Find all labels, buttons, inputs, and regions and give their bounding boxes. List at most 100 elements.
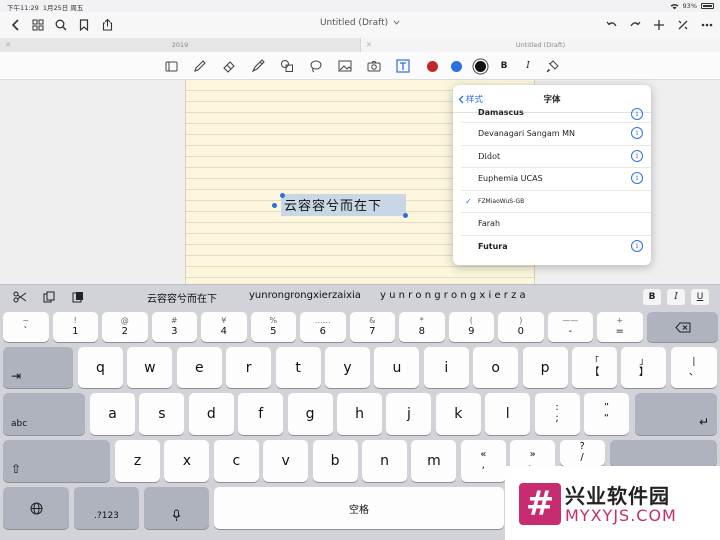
key-punct-q-0[interactable]: 「 【 — [572, 347, 617, 388]
color-red[interactable] — [424, 58, 440, 74]
delete-key[interactable] — [647, 312, 718, 342]
paste-button[interactable] — [68, 289, 88, 305]
lasso-tool-button[interactable] — [308, 58, 324, 74]
key-l[interactable]: l — [485, 393, 531, 435]
font-row-didot[interactable]: Didot i — [461, 146, 651, 169]
info-icon[interactable]: i — [631, 172, 643, 185]
camera-tool-button[interactable] — [366, 58, 382, 74]
space-key[interactable]: 空格 — [214, 487, 504, 529]
caps-key[interactable]: abc — [3, 393, 85, 435]
key-x[interactable]: x — [164, 440, 210, 482]
key-punct-z-2[interactable]: ? / — [559, 440, 605, 466]
text-tool-button[interactable] — [395, 58, 411, 74]
key-num-9[interactable]: ( 9 — [448, 312, 494, 342]
key-t[interactable]: t — [275, 347, 321, 388]
key-z[interactable]: z — [115, 440, 160, 482]
key-p[interactable]: p — [522, 347, 568, 388]
key-num-3[interactable]: # 3 — [151, 312, 197, 342]
selection-handle-bottom[interactable] — [403, 213, 408, 218]
key-i[interactable]: i — [423, 347, 469, 388]
key-e[interactable]: e — [176, 347, 222, 388]
key-m[interactable]: m — [411, 440, 457, 482]
highlighter-tool-button[interactable] — [250, 58, 266, 74]
read-mode-button[interactable] — [163, 58, 179, 74]
info-icon[interactable]: i — [631, 239, 643, 252]
key-num-1[interactable]: ! 1 — [52, 312, 98, 342]
cut-button[interactable] — [10, 289, 30, 305]
text-box[interactable]: 云容容兮而在下 — [281, 194, 406, 216]
key-num-12[interactable]: + = — [597, 312, 643, 342]
copy-button[interactable] — [39, 289, 59, 305]
format-underline-button[interactable]: U — [691, 289, 709, 305]
color-blue[interactable] — [448, 58, 464, 74]
key-punct-q-1[interactable]: 」 】 — [621, 347, 667, 388]
key-k[interactable]: k — [435, 393, 481, 435]
font-style-button[interactable] — [544, 58, 560, 74]
key-w[interactable]: w — [127, 347, 173, 388]
key-f[interactable]: f — [238, 393, 284, 435]
candidate-1[interactable]: 云容容兮而在下 — [147, 290, 217, 305]
image-tool-button[interactable] — [337, 58, 353, 74]
selection-handle-top[interactable] — [280, 193, 285, 198]
key-num-0[interactable]: ~ ` — [3, 312, 49, 342]
key-num-2[interactable]: @ 2 — [102, 312, 148, 342]
italic-button[interactable]: I — [520, 58, 536, 74]
close-icon[interactable]: ✕ — [5, 41, 11, 49]
candidate-3[interactable]: y u n r o n g r o n g x i e r z a — [380, 290, 526, 301]
info-icon[interactable]: i — [631, 149, 643, 162]
font-row-farah[interactable]: Farah — [461, 213, 651, 236]
redo-button[interactable] — [626, 16, 644, 34]
key-c[interactable]: c — [213, 440, 259, 482]
key-b[interactable]: b — [312, 440, 358, 482]
tab-key[interactable]: ⇥ — [3, 347, 73, 388]
globe-key[interactable] — [3, 487, 69, 529]
key-num-4[interactable]: ¥ 4 — [201, 312, 247, 342]
font-row-damascus[interactable]: Damascus i — [461, 107, 651, 123]
undo-button[interactable] — [603, 16, 621, 34]
key-num-7[interactable]: & 7 — [349, 312, 395, 342]
format-bold-button[interactable]: B — [643, 289, 661, 305]
dictation-key[interactable] — [144, 487, 209, 529]
key-d[interactable]: d — [188, 393, 234, 435]
shift-key[interactable]: ⇧ — [3, 440, 110, 482]
key-s[interactable]: s — [139, 393, 185, 435]
key-a[interactable]: a — [90, 393, 135, 435]
key-punct-z-0[interactable]: « , — [460, 440, 506, 482]
candidate-2[interactable]: yunrongrongxierzaixia — [249, 290, 361, 301]
key-r[interactable]: r — [226, 347, 272, 388]
key-punct-a-1[interactable]: ” “ — [584, 393, 629, 435]
font-row-fzmiaowu[interactable]: ✓ FZMiaoWuS-GB — [461, 191, 651, 214]
key-v[interactable]: v — [263, 440, 309, 482]
key-num-6[interactable]: …… 6 — [300, 312, 346, 342]
font-row-devanagari[interactable]: Devanagari Sangam MN i — [461, 123, 651, 146]
font-row-euphemia[interactable]: Euphemia UCAS i — [461, 168, 651, 191]
pen-tool-button[interactable] — [192, 58, 208, 74]
numbers-key[interactable]: .?123 — [74, 487, 139, 529]
tools-button[interactable] — [674, 16, 692, 34]
bold-button[interactable]: B — [496, 58, 512, 74]
key-num-10[interactable]: ) 0 — [498, 312, 544, 342]
key-num-5[interactable]: % 5 — [250, 312, 296, 342]
format-italic-button[interactable]: I — [667, 289, 685, 305]
key-y[interactable]: y — [325, 347, 370, 388]
key-num-8[interactable]: * 8 — [399, 312, 445, 342]
add-button[interactable] — [650, 16, 668, 34]
color-black[interactable] — [472, 58, 488, 74]
close-icon[interactable]: ✕ — [366, 41, 372, 49]
tab-untitled-draft[interactable]: ✕ Untitled (Draft) — [360, 38, 720, 52]
key-q[interactable]: q — [78, 347, 123, 388]
key-j[interactable]: j — [386, 393, 432, 435]
tab-2019[interactable]: ✕ 2019 — [0, 38, 360, 52]
shape-tool-button[interactable] — [279, 58, 295, 74]
key-u[interactable]: u — [374, 347, 420, 388]
shift-key-right[interactable] — [610, 440, 717, 466]
key-h[interactable]: h — [337, 393, 382, 435]
key-g[interactable]: g — [287, 393, 333, 435]
document-title[interactable]: Untitled (Draft) — [320, 18, 388, 28]
key-punct-q-2[interactable]: | 、 — [670, 347, 717, 388]
info-icon[interactable]: i — [631, 127, 643, 139]
key-punct-a-0[interactable]: : ; — [534, 393, 580, 435]
key-n[interactable]: n — [362, 440, 407, 482]
more-button[interactable] — [698, 16, 716, 34]
eraser-tool-button[interactable] — [221, 58, 237, 74]
